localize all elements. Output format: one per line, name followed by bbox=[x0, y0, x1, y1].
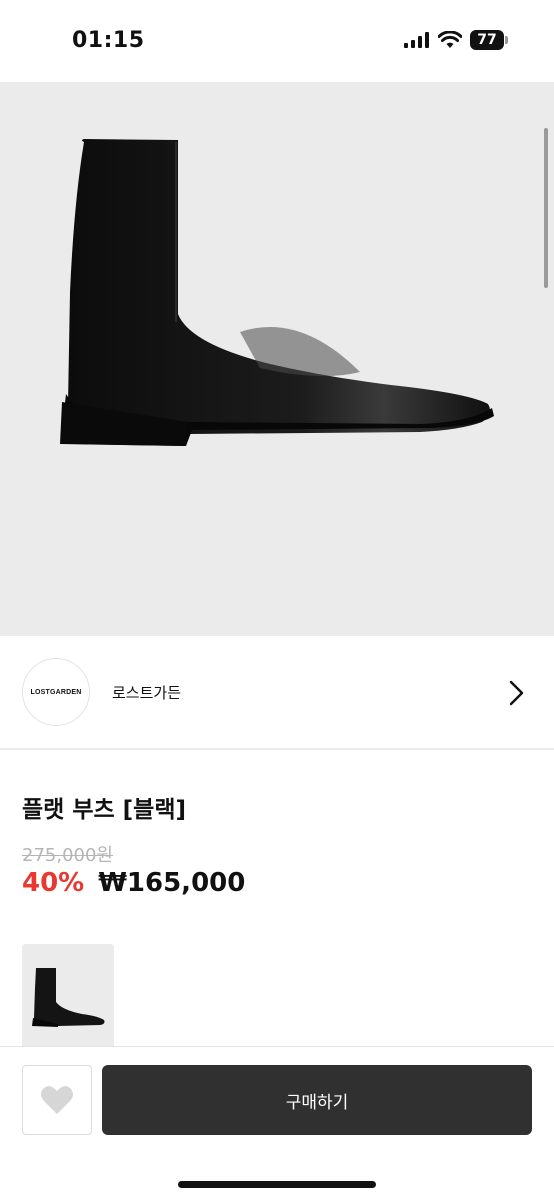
heart-icon bbox=[41, 1086, 73, 1114]
status-icons: 77 bbox=[404, 30, 508, 50]
original-price: 275,000원 bbox=[22, 845, 113, 866]
wishlist-button[interactable] bbox=[22, 1065, 92, 1135]
seller-row[interactable]: LOSTGARDEN 로스트가든 bbox=[0, 636, 554, 750]
battery-icon: 77 bbox=[470, 30, 508, 50]
scroll-indicator[interactable] bbox=[544, 128, 548, 288]
boot-photo bbox=[60, 139, 494, 446]
chevron-right-icon[interactable] bbox=[506, 680, 526, 706]
bottom-action-bar: 구매하기 bbox=[0, 1046, 554, 1201]
status-bar: 01:15 77 bbox=[0, 0, 554, 82]
battery-level: 77 bbox=[470, 30, 504, 50]
buy-button[interactable]: 구매하기 bbox=[102, 1065, 532, 1135]
product-title: 플랫 부츠 [블랙] bbox=[22, 797, 186, 823]
home-indicator[interactable] bbox=[178, 1181, 376, 1188]
sale-price: ₩165,000 bbox=[98, 868, 246, 898]
seller-logo: LOSTGARDEN bbox=[30, 688, 82, 696]
boot-thumbnail-image bbox=[32, 968, 105, 1027]
discount-rate: 40% bbox=[22, 868, 85, 898]
status-time: 01:15 bbox=[72, 28, 145, 53]
price-line: 40% ₩165,000 bbox=[22, 868, 245, 898]
signal-icon bbox=[404, 32, 429, 48]
product-image[interactable] bbox=[0, 82, 554, 636]
product-thumbnail[interactable] bbox=[22, 944, 114, 1046]
wifi-icon bbox=[438, 31, 462, 48]
seller-avatar[interactable]: LOSTGARDEN bbox=[22, 658, 90, 726]
seller-name[interactable]: 로스트가든 bbox=[112, 682, 181, 703]
